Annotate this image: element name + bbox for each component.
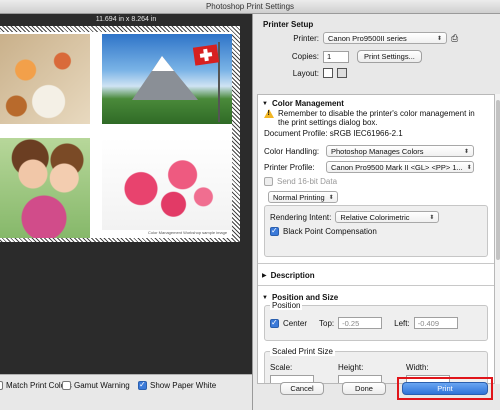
copies-field[interactable]: 1 xyxy=(323,50,349,63)
select-arrows-icon: ⬍ xyxy=(463,148,469,155)
select-arrows-icon: ⬍ xyxy=(466,164,472,171)
landscape-layout-icon[interactable] xyxy=(337,68,347,78)
paper-sheet: Color Management Workshop sample image xyxy=(0,26,240,242)
printer-profile-select[interactable]: Canon Pro9500 Mark II <GL> <PP> 1... ⬍ xyxy=(326,161,474,173)
warning-icon xyxy=(264,109,274,119)
preview-options-bar: Match Print Colors Gamut Warning Show Pa… xyxy=(0,374,252,410)
snow-cap xyxy=(152,56,174,71)
paper-dimensions: 11.694 in x 8.264 in xyxy=(95,16,157,23)
document-profile-text: Document Profile: sRGB IEC61966-2.1 xyxy=(264,129,403,138)
top-field[interactable]: -0.25 xyxy=(338,317,383,329)
show-paper-white-label: Show Paper White xyxy=(150,381,217,390)
scrollbar-thumb[interactable] xyxy=(496,100,500,260)
collapse-triangle-icon[interactable]: ▶ xyxy=(262,272,267,279)
send-16bit-checkbox[interactable] xyxy=(264,177,273,186)
printer-label: Printer: xyxy=(293,33,319,43)
rendering-intent-label: Rendering Intent: xyxy=(270,212,332,222)
image-credit: Color Management Workshop sample image xyxy=(148,230,228,235)
print-mode-select[interactable]: Normal Printing ⬍ xyxy=(268,191,338,203)
settings-panel: Printer Setup Printer: Canon Pro9500II s… xyxy=(252,14,500,410)
printer-setup-heading: Printer Setup xyxy=(263,20,314,29)
description-heading: Description xyxy=(270,271,315,280)
printable-page: Color Management Workshop sample image xyxy=(0,32,232,238)
left-label: Left: xyxy=(394,318,410,328)
gamut-warning-label: Gamut Warning xyxy=(74,381,130,390)
color-handling-select[interactable]: Photoshop Manages Colors ⬍ xyxy=(326,145,474,157)
dialog-footer: Cancel Done Print xyxy=(252,374,500,410)
expand-triangle-icon[interactable]: ▼ xyxy=(262,101,268,107)
printer-profile-value: Canon Pro9500 Mark II <GL> <PP> 1... xyxy=(331,162,463,172)
gamut-warning-checkbox[interactable] xyxy=(62,381,71,390)
cancel-button[interactable]: Cancel xyxy=(280,382,324,395)
color-handling-label: Color Handling: xyxy=(264,146,320,156)
settings-scroll-area[interactable]: ▼ Color Management Remember to disable t… xyxy=(257,94,495,384)
swiss-flag xyxy=(192,44,220,66)
height-label: Height: xyxy=(338,363,364,372)
show-paper-white-option[interactable]: Show Paper White xyxy=(138,380,217,390)
black-point-checkbox[interactable] xyxy=(270,226,279,236)
print-mode-value: Normal Printing xyxy=(273,192,325,202)
left-field[interactable]: -0.409 xyxy=(413,317,458,329)
flowers-photo xyxy=(102,138,232,230)
center-checkbox[interactable] xyxy=(270,318,279,328)
position-label: Position xyxy=(272,301,301,310)
color-management-heading: Color Management xyxy=(271,99,344,108)
children-photo xyxy=(0,138,90,238)
select-arrows-icon: ⬍ xyxy=(436,35,442,42)
rendering-intent-select[interactable]: Relative Colorimetric ⬍ xyxy=(335,211,440,223)
show-paper-white-checkbox[interactable] xyxy=(138,380,147,390)
printer-profile-label: Printer Profile: xyxy=(264,162,315,172)
window-title: Photoshop Print Settings xyxy=(0,0,500,14)
rendering-intent-value: Relative Colorimetric xyxy=(340,212,410,222)
panel-scrollbar[interactable] xyxy=(495,94,500,384)
expand-triangle-icon[interactable]: ▼ xyxy=(262,295,268,301)
printer-options-icon[interactable]: ⎙ xyxy=(451,33,458,44)
match-print-colors-checkbox[interactable] xyxy=(0,381,3,390)
select-arrows-icon: ⬍ xyxy=(429,214,435,221)
done-button[interactable]: Done xyxy=(342,382,386,395)
copies-label: Copies: xyxy=(291,52,319,61)
flag-pole xyxy=(218,42,220,122)
select-arrows-icon: ⬍ xyxy=(328,194,334,201)
top-label: Top: xyxy=(319,318,335,328)
section-divider xyxy=(258,285,494,286)
portrait-layout-icon[interactable] xyxy=(323,68,333,78)
gamut-warning-option[interactable]: Gamut Warning xyxy=(62,381,130,390)
print-preview: 11.694 in x 8.264 in Color Management Wo… xyxy=(0,14,252,374)
send-16bit-label: Send 16-bit Data xyxy=(277,177,338,186)
layout-label: Layout: xyxy=(292,68,319,78)
color-management-notice: Remember to disable the printer's color … xyxy=(278,109,475,127)
print-settings-button[interactable]: Print Settings... xyxy=(357,50,422,63)
description-section-header[interactable]: ▶ Description xyxy=(262,271,315,280)
color-handling-value: Photoshop Manages Colors xyxy=(331,146,424,156)
black-point-label: Black Point Compensation xyxy=(283,227,377,236)
printer-select[interactable]: Canon Pro9500II series ⬍ xyxy=(323,32,447,44)
print-button[interactable]: Print xyxy=(402,382,488,395)
scaled-size-label: Scaled Print Size xyxy=(272,347,333,356)
scale-label: Scale: xyxy=(270,363,293,372)
section-divider xyxy=(258,263,494,264)
width-label: Width: xyxy=(406,363,429,372)
printer-select-value: Canon Pro9500II series xyxy=(328,33,407,43)
center-label: Center xyxy=(283,318,308,328)
breakfast-photo xyxy=(0,34,90,124)
mountain-photo xyxy=(102,34,232,124)
